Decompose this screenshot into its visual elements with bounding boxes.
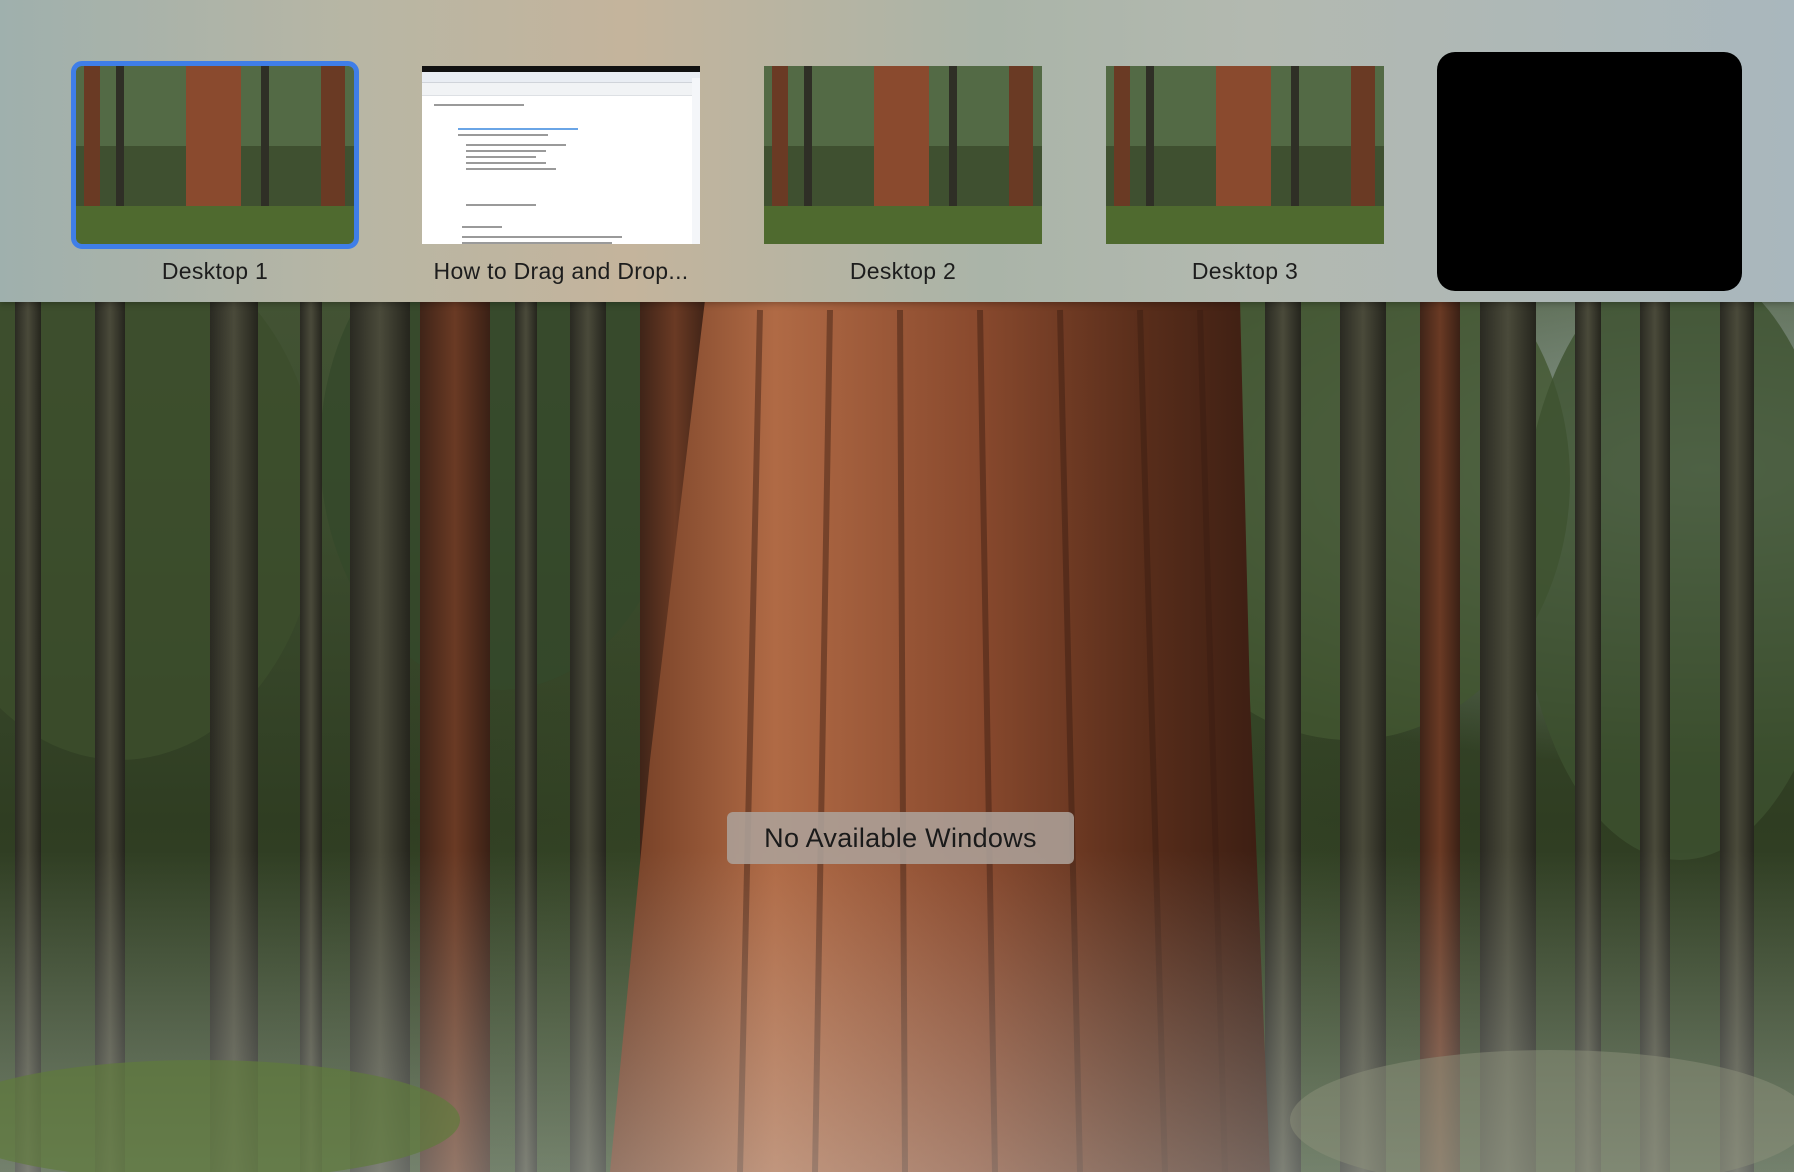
- space-thumbnail[interactable]: [422, 66, 700, 244]
- space-desktop-2[interactable]: Desktop 2: [764, 58, 1042, 284]
- forest-thumbnail-image: [1106, 66, 1384, 244]
- document-thumbnail: [422, 66, 700, 244]
- space-label: Desktop 3: [1191, 258, 1299, 284]
- forest-thumbnail-image: [764, 66, 1042, 244]
- space-label: Desktop 1: [161, 258, 269, 284]
- add-space-tile[interactable]: [1437, 52, 1742, 291]
- space-desktop-1[interactable]: Desktop 1: [71, 58, 359, 284]
- space-label: Desktop 2: [849, 258, 957, 284]
- desktop: Desktop 1 How to Drag and Drop... Deskto…: [0, 0, 1794, 1172]
- no-windows-notice: No Available Windows: [727, 812, 1074, 864]
- space-thumbnail[interactable]: [71, 61, 359, 249]
- space-label: How to Drag and Drop...: [433, 258, 689, 284]
- forest-thumbnail-image: [76, 66, 354, 244]
- space-app-window[interactable]: How to Drag and Drop...: [422, 58, 700, 284]
- space-thumbnail[interactable]: [1106, 66, 1384, 244]
- space-desktop-3[interactable]: Desktop 3: [1106, 58, 1384, 284]
- space-thumbnail[interactable]: [764, 66, 1042, 244]
- spaces-bar: Desktop 1 How to Drag and Drop... Deskto…: [0, 0, 1794, 302]
